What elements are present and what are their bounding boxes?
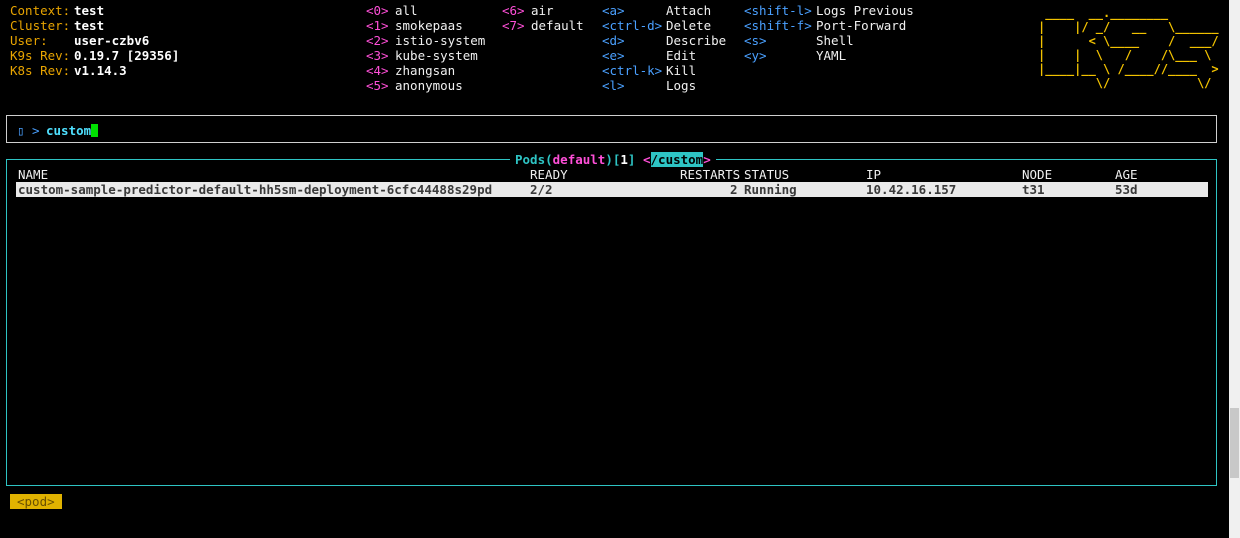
pod-ready-cell: 2/2: [530, 182, 553, 197]
action-item[interactable]: YAML: [816, 48, 846, 63]
action-item[interactable]: Describe: [666, 33, 726, 48]
ns-key: <5>: [366, 78, 389, 93]
action-key: <y>: [744, 48, 767, 63]
action-key: <a>: [602, 3, 625, 18]
text-cursor: [91, 124, 99, 137]
action-key: <e>: [602, 48, 625, 63]
action-item[interactable]: Delete: [666, 18, 711, 33]
pod-node-cell: t31: [1022, 182, 1045, 197]
breadcrumb[interactable]: <pod>: [10, 494, 62, 509]
context-label: Context:: [10, 3, 71, 18]
ns-item[interactable]: kube-system: [395, 48, 478, 63]
pods-title: Pods(default)[1] </custom>: [510, 152, 716, 167]
ns-key: <3>: [366, 48, 389, 63]
ns-key: <1>: [366, 18, 389, 33]
pod-name-cell: custom-sample-predictor-default-hh5sm-de…: [18, 182, 493, 197]
action-item[interactable]: Kill: [666, 63, 696, 78]
logo-line: ____ __.________: [1038, 6, 1219, 20]
k9s-rev-label: K9s Rev:: [10, 48, 71, 63]
action-key: <ctrl-d>: [602, 18, 663, 33]
pod-status-cell: Running: [744, 182, 797, 197]
cluster-value: test: [74, 18, 105, 33]
action-item[interactable]: Logs Previous: [816, 3, 914, 18]
col-restarts-header[interactable]: RESTARTS: [680, 167, 740, 182]
ns-key: <2>: [366, 33, 389, 48]
pod-restarts-cell: 2: [730, 182, 738, 197]
filter-input[interactable]: custom: [46, 123, 99, 138]
pod-ip-cell: 10.42.16.157: [866, 182, 957, 197]
context-value: test: [74, 3, 105, 18]
ns-item[interactable]: anonymous: [395, 78, 463, 93]
action-item[interactable]: Port-Forward: [816, 18, 906, 33]
action-item[interactable]: Logs: [666, 78, 696, 93]
window-scrollbar[interactable]: [1229, 0, 1240, 538]
ns-key: <6>: [502, 3, 525, 18]
logo-line: \/ \/: [1038, 76, 1219, 90]
col-ip-header[interactable]: IP: [866, 167, 881, 182]
ns-item[interactable]: zhangsan: [395, 63, 455, 78]
filter-prompt[interactable]: [6, 115, 1217, 143]
user-value: user-czbv6: [74, 33, 150, 48]
filter-badge: /custom: [650, 152, 704, 167]
ns-key: <7>: [502, 18, 525, 33]
scrollbar-thumb[interactable]: [1230, 408, 1239, 478]
filter-input-value: custom: [46, 123, 92, 138]
namespace-name: default: [552, 152, 606, 167]
prompt-icon: ▯: [17, 123, 25, 138]
col-status-header[interactable]: STATUS: [744, 167, 789, 182]
ns-key: <0>: [366, 3, 389, 18]
resource-name: Pods: [515, 152, 546, 167]
ns-item[interactable]: smokepaas: [395, 18, 463, 33]
action-key: <shift-l>: [744, 3, 812, 18]
action-key: <l>: [602, 78, 625, 93]
action-key: <s>: [744, 33, 767, 48]
k9s-rev-value: 0.19.7 [29356]: [74, 48, 180, 63]
logo-line: | < \____ / ___/: [1038, 34, 1219, 48]
logo-line: | | \ / /\___ \: [1038, 48, 1219, 62]
user-label: User:: [10, 33, 48, 48]
k8s-rev-label: K8s Rev:: [10, 63, 71, 78]
ns-item[interactable]: all: [395, 3, 418, 18]
pod-age-cell: 53d: [1115, 182, 1138, 197]
col-name-header[interactable]: NAME: [18, 167, 48, 182]
prompt-arrow-icon: >: [32, 123, 40, 138]
ns-key: <4>: [366, 63, 389, 78]
pod-count: 1: [620, 152, 628, 167]
action-key: <d>: [602, 33, 625, 48]
col-age-header[interactable]: AGE: [1115, 167, 1138, 182]
ns-item[interactable]: air: [531, 3, 554, 18]
pods-panel: [6, 159, 1217, 486]
action-item[interactable]: Edit: [666, 48, 696, 63]
ns-item[interactable]: istio-system: [395, 33, 485, 48]
action-key: <shift-f>: [744, 18, 812, 33]
action-item[interactable]: Attach: [666, 3, 711, 18]
col-node-header[interactable]: NODE: [1022, 167, 1052, 182]
col-ready-header[interactable]: READY: [530, 167, 568, 182]
k8s-rev-value: v1.14.3: [74, 63, 127, 78]
logo-line: | |/ _/ __ \______: [1038, 20, 1219, 34]
action-key: <ctrl-k>: [602, 63, 663, 78]
action-item[interactable]: Shell: [816, 33, 854, 48]
cluster-label: Cluster:: [10, 18, 71, 33]
logo-line: |____|__ \ /____//____ >: [1038, 62, 1219, 76]
ns-item[interactable]: default: [531, 18, 584, 33]
